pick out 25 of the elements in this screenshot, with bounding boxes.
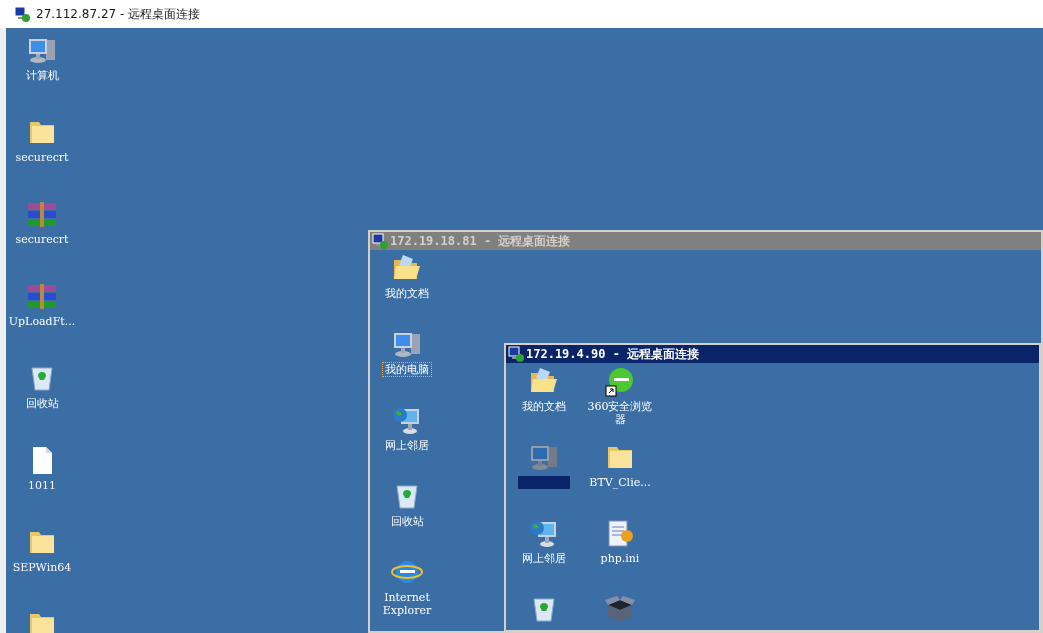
window-title: 172.19.4.90 - 远程桌面连接 [526,346,700,363]
icon-label: 回收站 [24,397,60,410]
icon-label: UpLoadFt... [7,315,77,328]
icon-label: 我的文档 [384,287,430,300]
icon-label: 回收站 [389,515,425,528]
icon-label: SEPWin64 [11,561,73,574]
icon-graphic[interactable] [604,593,636,625]
icon-label: 1011 [27,479,57,492]
icon-label: 网上邻居 [521,552,567,565]
icon-label: 360安全浏览器 [586,400,654,426]
remote-desktop-icon [508,346,524,362]
box-icon [604,593,636,625]
icon-label: 我的文档 [521,400,567,413]
icon-label: 我的电脑 [383,363,431,376]
window-title: 172.19.18.81 - 远程桌面连接 [390,233,571,250]
icon-label: php.ini [599,552,641,565]
remote-desktop-icon [14,6,30,22]
icon-label: securecrt [14,151,70,164]
icon-label: 网上邻居 [384,439,430,452]
icon-label: securecrt [14,233,70,246]
icon-label: 计算机 [24,69,60,82]
icon-label: Internet Explorer [381,591,433,617]
remote-desktop-icon [372,233,388,249]
icon-label: BTV_Clie... [588,476,652,489]
window-title: 27.112.87.27 - 远程桌面连接 [36,6,201,23]
